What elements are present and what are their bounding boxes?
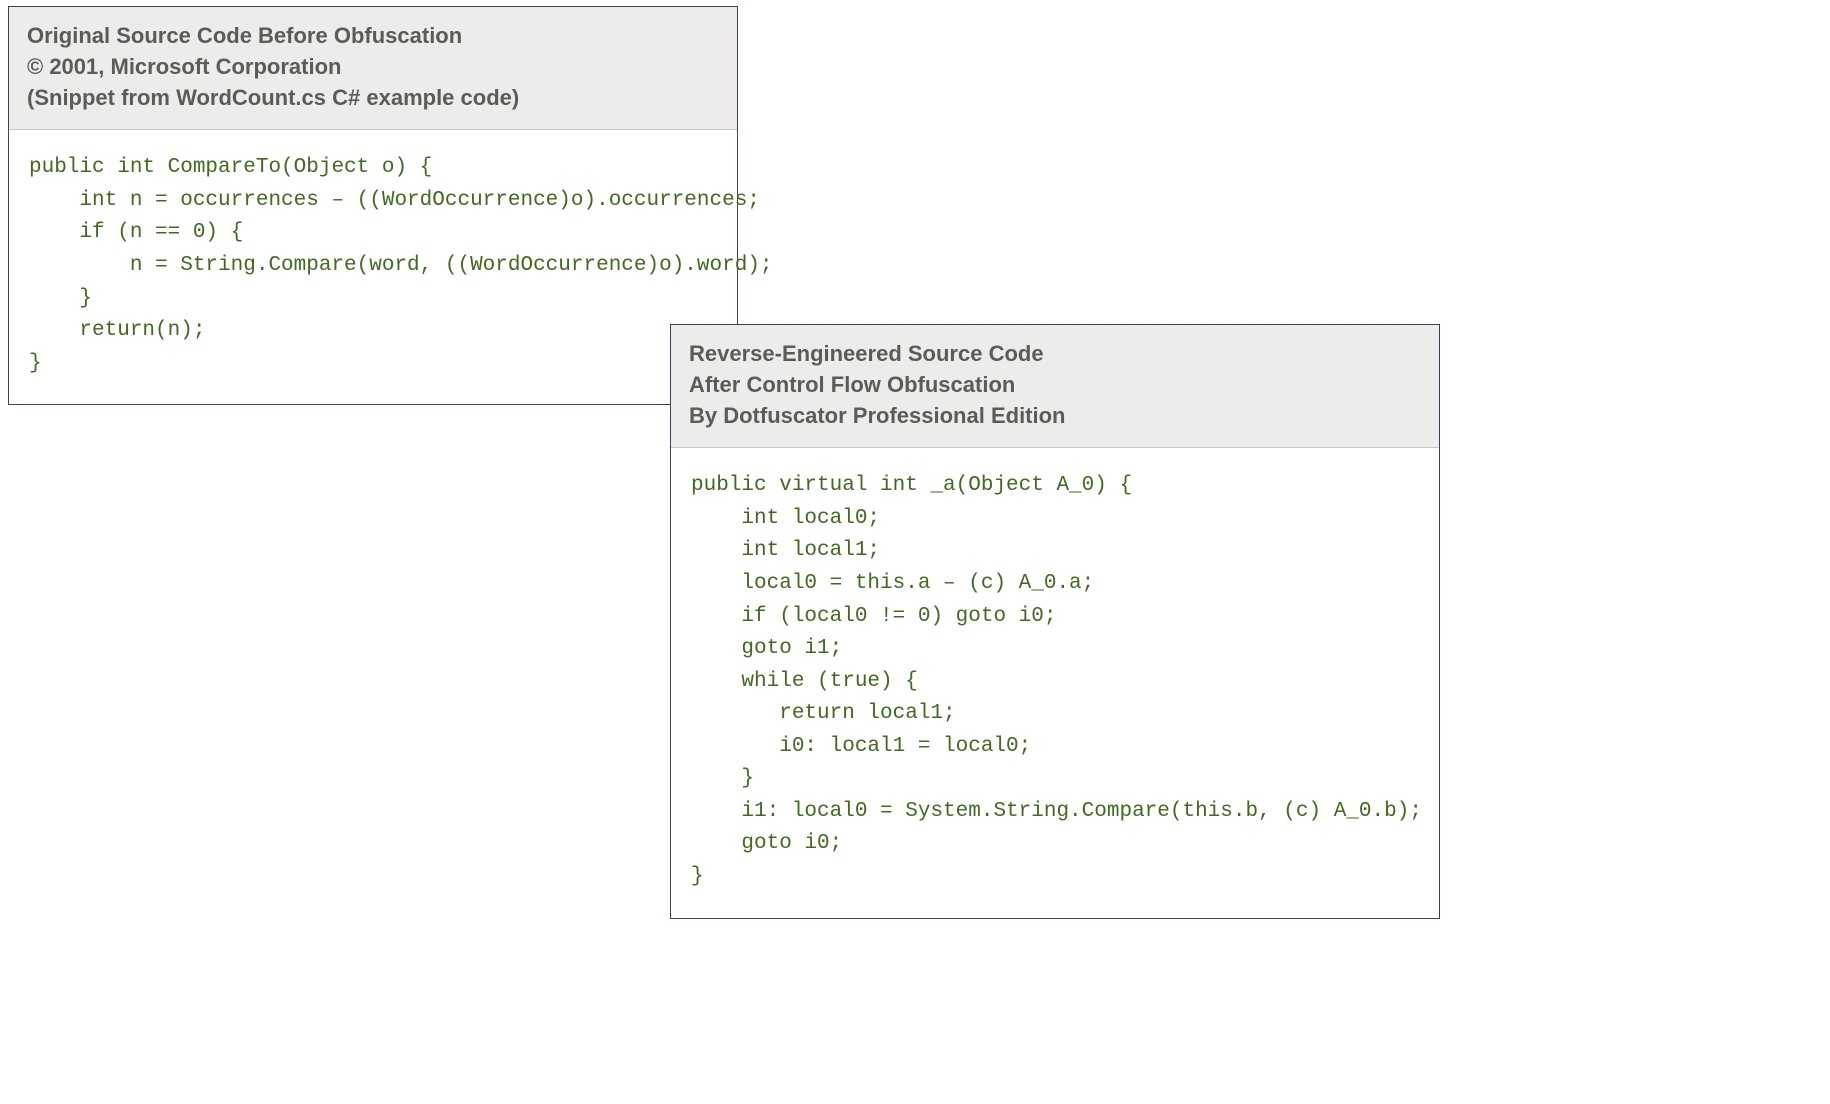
original-header-line-1: Original Source Code Before Obfuscation xyxy=(27,21,719,52)
obfuscated-source-header: Reverse-Engineered Source Code After Con… xyxy=(671,325,1439,448)
obfuscated-header-line-2: After Control Flow Obfuscation xyxy=(689,370,1421,401)
obfuscated-source-panel: Reverse-Engineered Source Code After Con… xyxy=(670,324,1440,919)
obfuscated-source-code: public virtual int _a(Object A_0) { int … xyxy=(691,470,1419,893)
original-header-line-2: © 2001, Microsoft Corporation xyxy=(27,52,719,83)
original-source-header: Original Source Code Before Obfuscation … xyxy=(9,7,737,130)
obfuscated-header-line-1: Reverse-Engineered Source Code xyxy=(689,339,1421,370)
obfuscated-header-line-3: By Dotfuscator Professional Edition xyxy=(689,401,1421,432)
original-source-panel: Original Source Code Before Obfuscation … xyxy=(8,6,738,405)
original-source-code: public int CompareTo(Object o) { int n =… xyxy=(29,152,717,380)
obfuscated-source-body: public virtual int _a(Object A_0) { int … xyxy=(671,448,1439,917)
original-header-line-3: (Snippet from WordCount.cs C# example co… xyxy=(27,83,719,114)
original-source-body: public int CompareTo(Object o) { int n =… xyxy=(9,130,737,404)
